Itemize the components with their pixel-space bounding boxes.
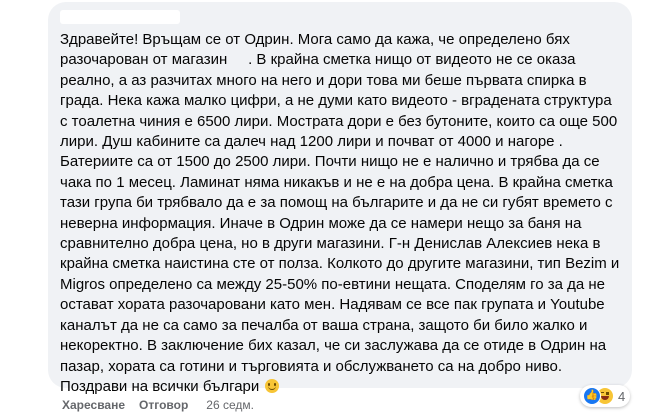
like-icon: 👍 [583,387,601,405]
comment-text: Здравейте! Връщам се от Одрин. Мога само… [60,30,620,397]
like-button[interactable]: Харесване [62,398,125,412]
author-name-redacted[interactable] [60,10,180,24]
reactions-summary[interactable]: 👍 4 [580,385,631,407]
reply-button[interactable]: Отговор [139,398,188,412]
comment-bubble: Здравейте! Връщам се от Одрин. Мога само… [48,2,632,395]
comment-actions: Харесване Отговор 26 седм. [62,398,254,412]
comment-body: Здравейте! Връщам се от Одрин. Мога само… [60,31,624,395]
comment-timestamp[interactable]: 26 седм. [206,398,254,412]
smile-emoji-icon [265,378,280,393]
reaction-count: 4 [618,388,626,404]
